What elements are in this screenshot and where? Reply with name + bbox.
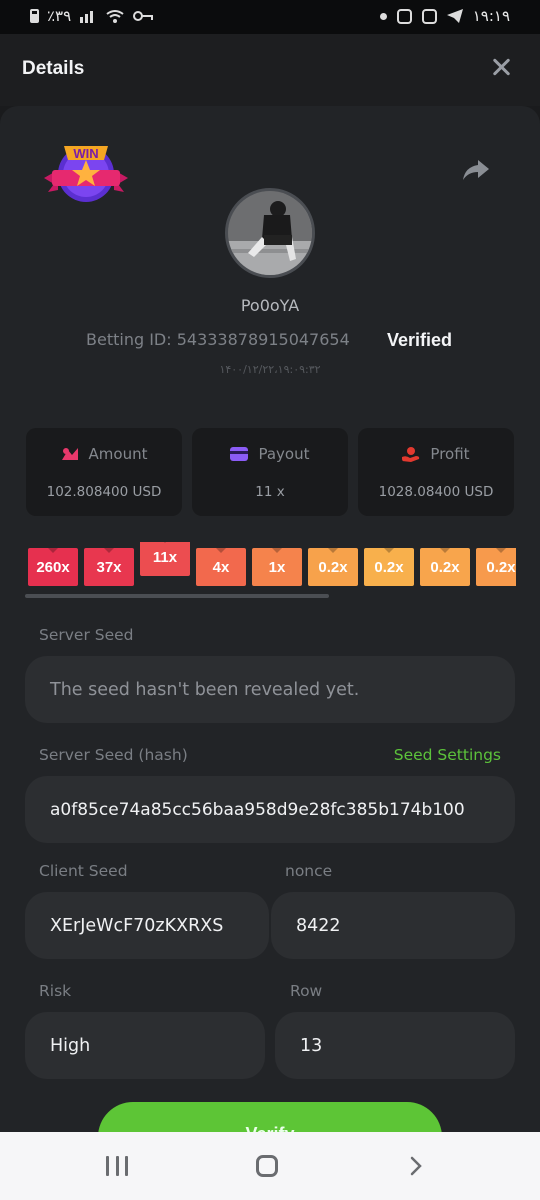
client-seed-field[interactable]: XErJeWcF70zKXRXS: [25, 892, 269, 959]
username: Po0oYA: [240, 296, 300, 315]
signal-icon: [80, 11, 94, 23]
nonce-label: nonce: [285, 862, 333, 880]
recent-apps-icon[interactable]: [106, 1156, 128, 1176]
amount-label-row: Amount: [26, 445, 182, 463]
nonce-field[interactable]: 8422: [271, 892, 515, 959]
server-seed-field[interactable]: The seed hasn't been revealed yet.: [25, 656, 515, 723]
payout-label: Payout: [258, 445, 310, 463]
amount-icon: [61, 448, 78, 460]
status-right: ۱۹:۱۹: [379, 7, 510, 25]
wifi-icon: [106, 9, 124, 23]
win-badge-icon: WIN: [44, 146, 128, 202]
amount-label: Amount: [88, 445, 148, 463]
svg-text:WIN: WIN: [73, 146, 98, 161]
status-left: ٪۳۹: [30, 7, 154, 25]
betting-id: Betting ID: 54333878915047654: [86, 330, 350, 349]
details-header: Details: [0, 34, 540, 106]
client-seed-label: Client Seed: [39, 862, 128, 880]
verify-button[interactable]: Verify: [98, 1102, 442, 1136]
key-icon: [133, 11, 154, 21]
seed-settings-link[interactable]: Seed Settings: [394, 746, 501, 764]
amount-value: 102.808400 USD: [46, 484, 162, 500]
profit-label-row: Profit: [358, 445, 514, 463]
battery-icon: [30, 9, 39, 23]
profit-icon: [402, 447, 420, 462]
multiplier-slot: 11x: [140, 542, 190, 576]
system-nav-bar: [0, 1132, 540, 1200]
share-icon[interactable]: [462, 158, 490, 182]
home-icon[interactable]: [256, 1155, 278, 1177]
battery-level: ٪۳۹: [47, 7, 72, 25]
server-seed-label: Server Seed: [39, 626, 134, 644]
bet-datetime: ۱۴۰۰/۱۲/۲۲،۱۹:۰۹:۳۲: [219, 363, 321, 376]
page-title: Details: [22, 58, 85, 79]
status-bar: ٪۳۹ ۱۹:۱۹: [0, 0, 540, 34]
row-field[interactable]: 13: [275, 1012, 515, 1079]
profit-card: Profit 1028.08400 USD: [358, 428, 514, 516]
bet-details-panel: WIN Po0oYA Betting ID: 54333878915047654…: [0, 106, 540, 1136]
payout-card: Payout 11 x: [192, 428, 348, 516]
multiplier-slot: 260x: [28, 548, 78, 586]
profit-value: 1028.08400 USD: [378, 484, 494, 500]
multiplier-slot: 4x: [196, 548, 246, 586]
telegram-icon: [446, 9, 463, 23]
server-hash-label: Server Seed (hash): [39, 746, 188, 764]
multiplier-slot: 0.2x: [364, 548, 414, 586]
avatar: [225, 188, 315, 278]
instagram-icon: [396, 8, 412, 24]
back-chevron-icon[interactable]: [404, 1155, 426, 1177]
multiplier-slot: 0.2x: [476, 548, 516, 586]
close-icon[interactable]: [488, 54, 514, 80]
multiplier-slot: 0.2x: [308, 548, 358, 586]
multiplier-strip[interactable]: 260x 37x 11x 4x 1x 0.2x 0.2x 0.2x 0.2x: [28, 542, 516, 592]
payout-value: 11 x: [255, 484, 285, 500]
profit-label: Profit: [430, 445, 470, 463]
amount-card: Amount 102.808400 USD: [26, 428, 182, 516]
server-hash-field[interactable]: a0f85ce74a85cc56baa958d9e28fc385b174b100: [25, 776, 515, 843]
risk-label: Risk: [39, 982, 72, 1000]
multiplier-slot: 0.2x: [420, 548, 470, 586]
notification-dot-icon: [379, 12, 387, 20]
row-label: Row: [290, 982, 323, 1000]
payout-label-row: Payout: [192, 445, 348, 463]
payout-icon: [230, 447, 249, 461]
risk-field[interactable]: High: [25, 1012, 265, 1079]
multiplier-slot: 1x: [252, 548, 302, 586]
status-time: ۱۹:۱۹: [472, 7, 510, 25]
multiplier-slot: 37x: [84, 548, 134, 586]
avatar-photo-icon: [228, 191, 312, 275]
multiplier-scrollbar[interactable]: [25, 594, 329, 598]
verified-badge: Verified: [387, 330, 453, 350]
gallery-icon: [421, 8, 437, 24]
